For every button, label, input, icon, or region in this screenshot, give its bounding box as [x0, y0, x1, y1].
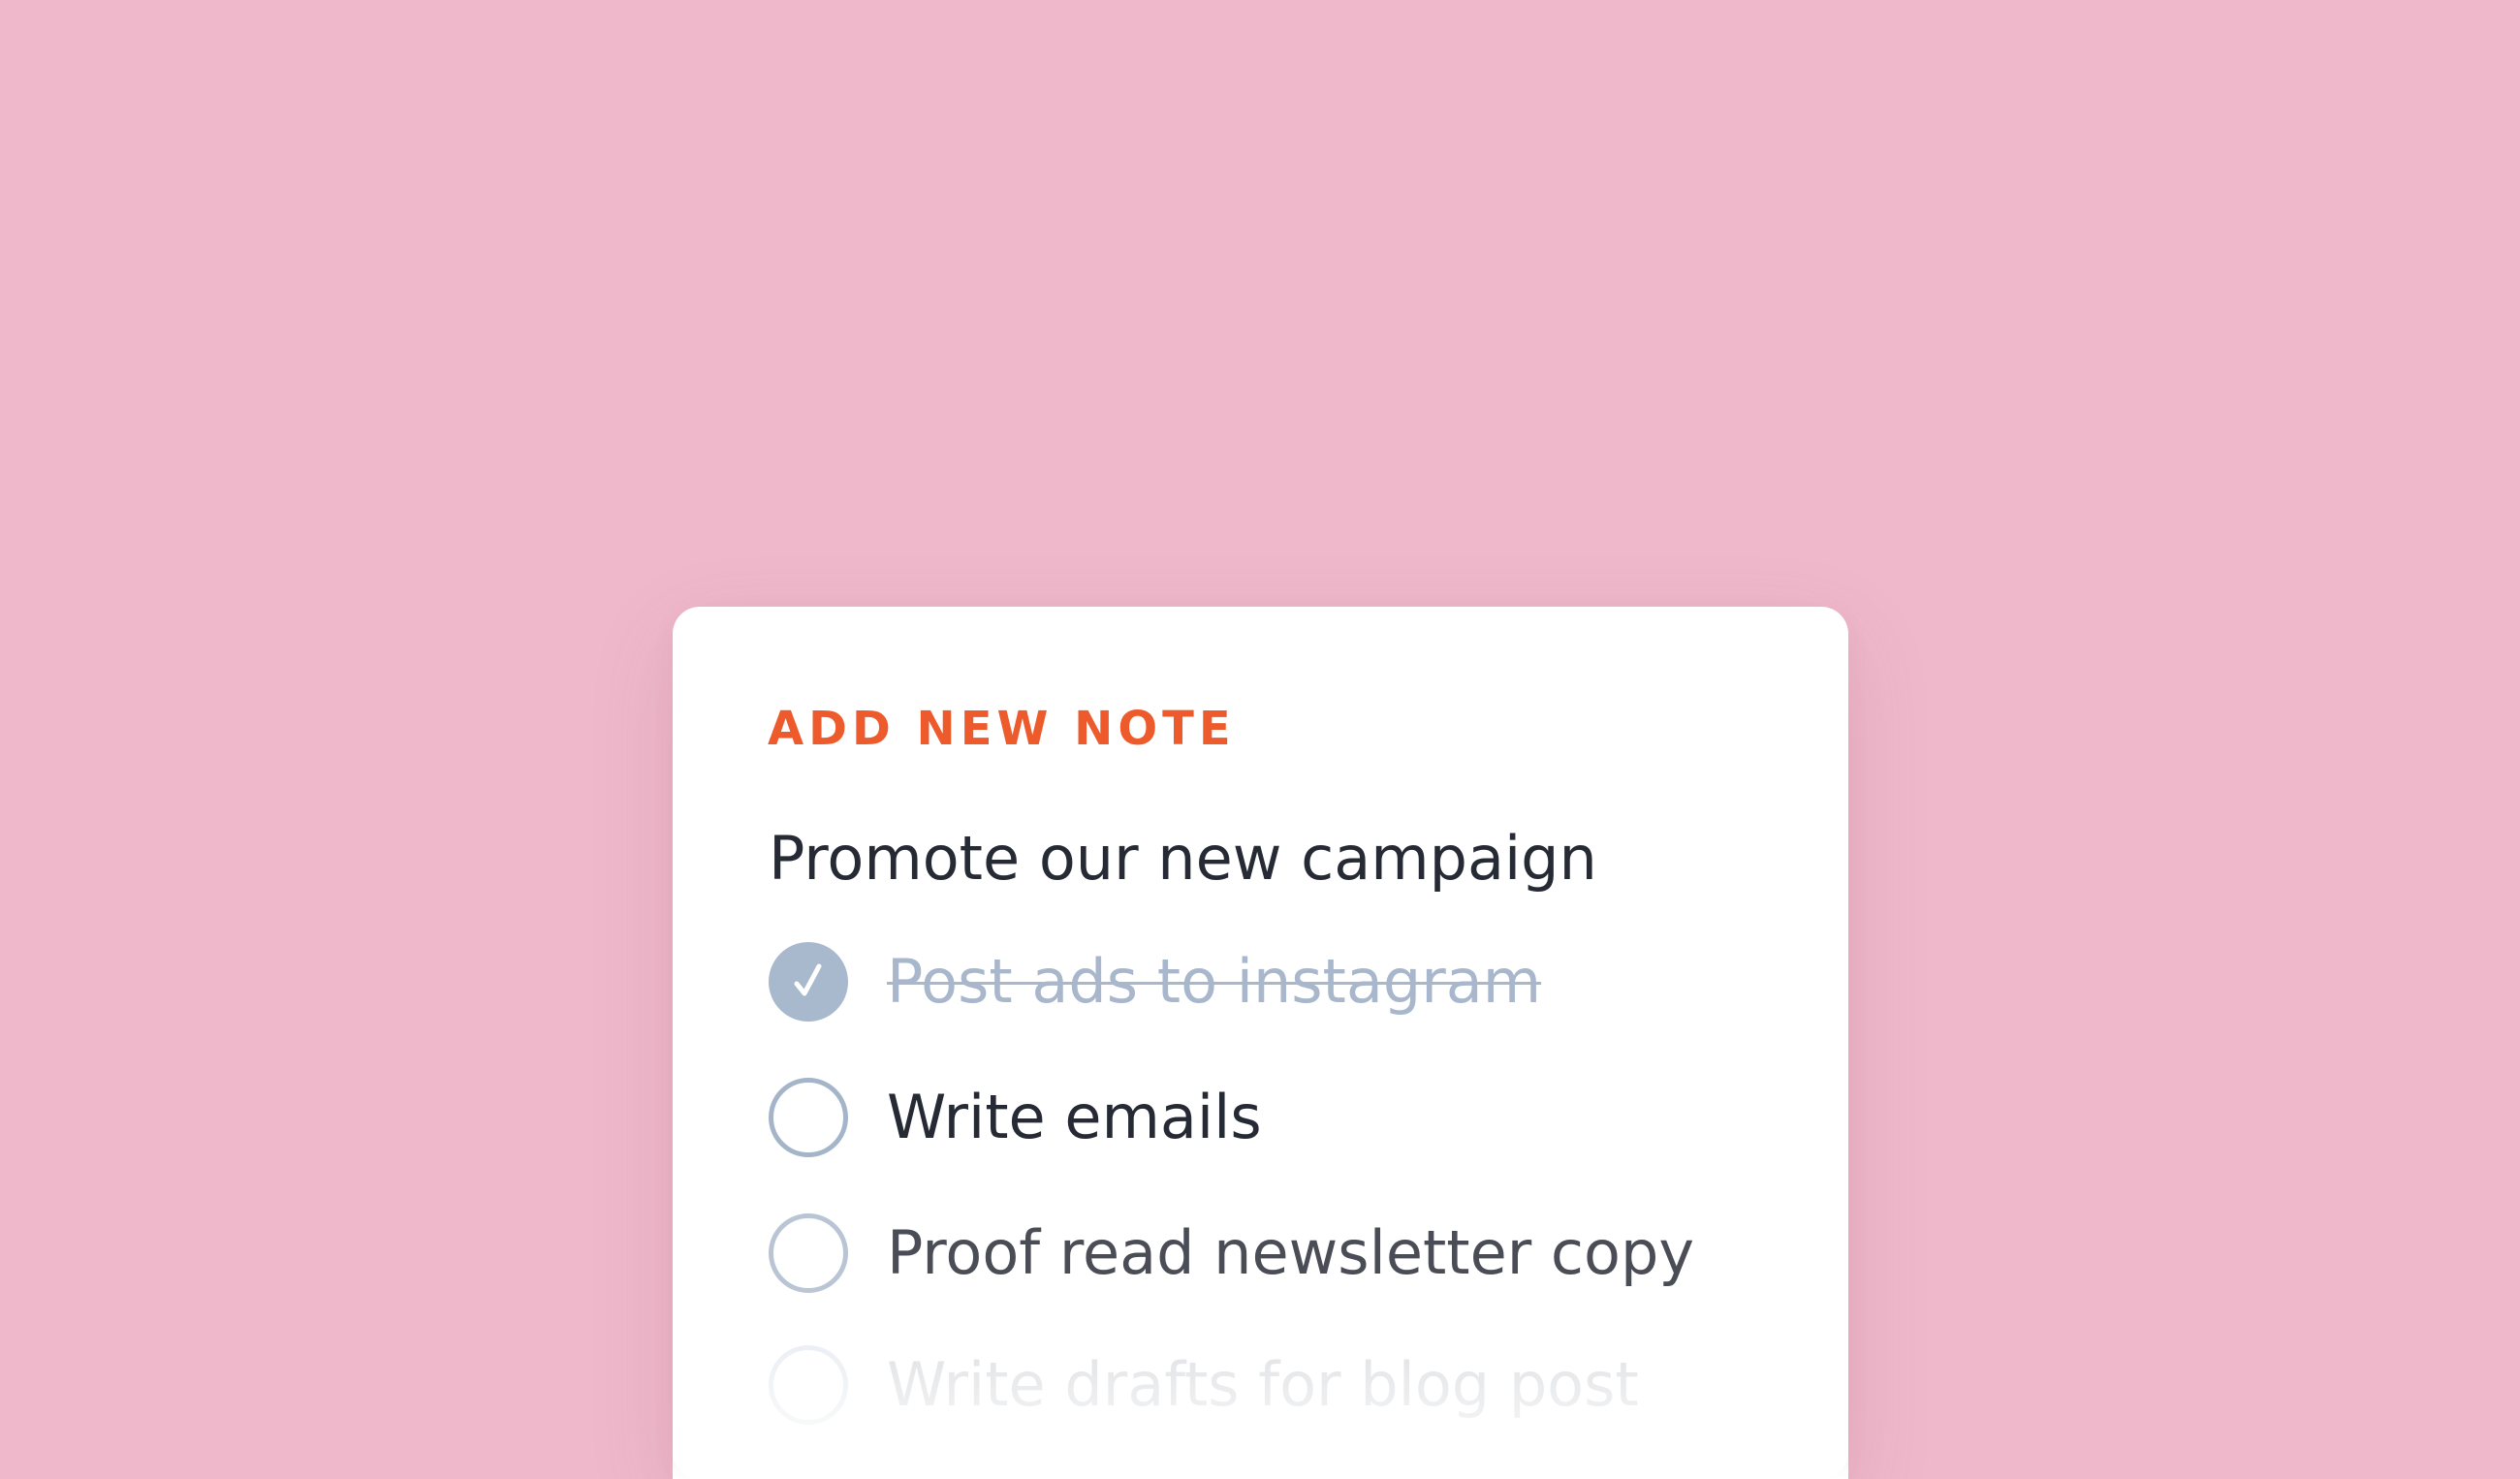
checkmark-icon	[794, 963, 822, 996]
task-item-post-ads[interactable]: Post ads to instagram	[769, 938, 1796, 1025]
task-checkbox[interactable]	[769, 1345, 848, 1425]
task-label: Post ads to instagram	[887, 946, 1542, 1017]
task-item-write-drafts[interactable]: Write drafts for blog post	[769, 1341, 1796, 1429]
task-item-proof-read[interactable]: Proof read newsletter copy	[769, 1210, 1796, 1297]
card-heading: ADD NEW NOTE	[768, 702, 1236, 756]
task-checkbox-checked[interactable]	[769, 942, 848, 1022]
task-checkbox[interactable]	[769, 1213, 848, 1293]
task-label: Write drafts for blog post	[887, 1349, 1639, 1420]
task-checkbox[interactable]	[769, 1078, 848, 1157]
task-label: Write emails	[887, 1082, 1262, 1152]
note-title[interactable]: Promote our new campaign	[769, 822, 1597, 896]
task-label: Proof read newsletter copy	[887, 1217, 1695, 1288]
task-item-write-emails[interactable]: Write emails	[769, 1074, 1796, 1161]
note-card: ADD NEW NOTE Promote our new campaign Po…	[673, 607, 1848, 1479]
